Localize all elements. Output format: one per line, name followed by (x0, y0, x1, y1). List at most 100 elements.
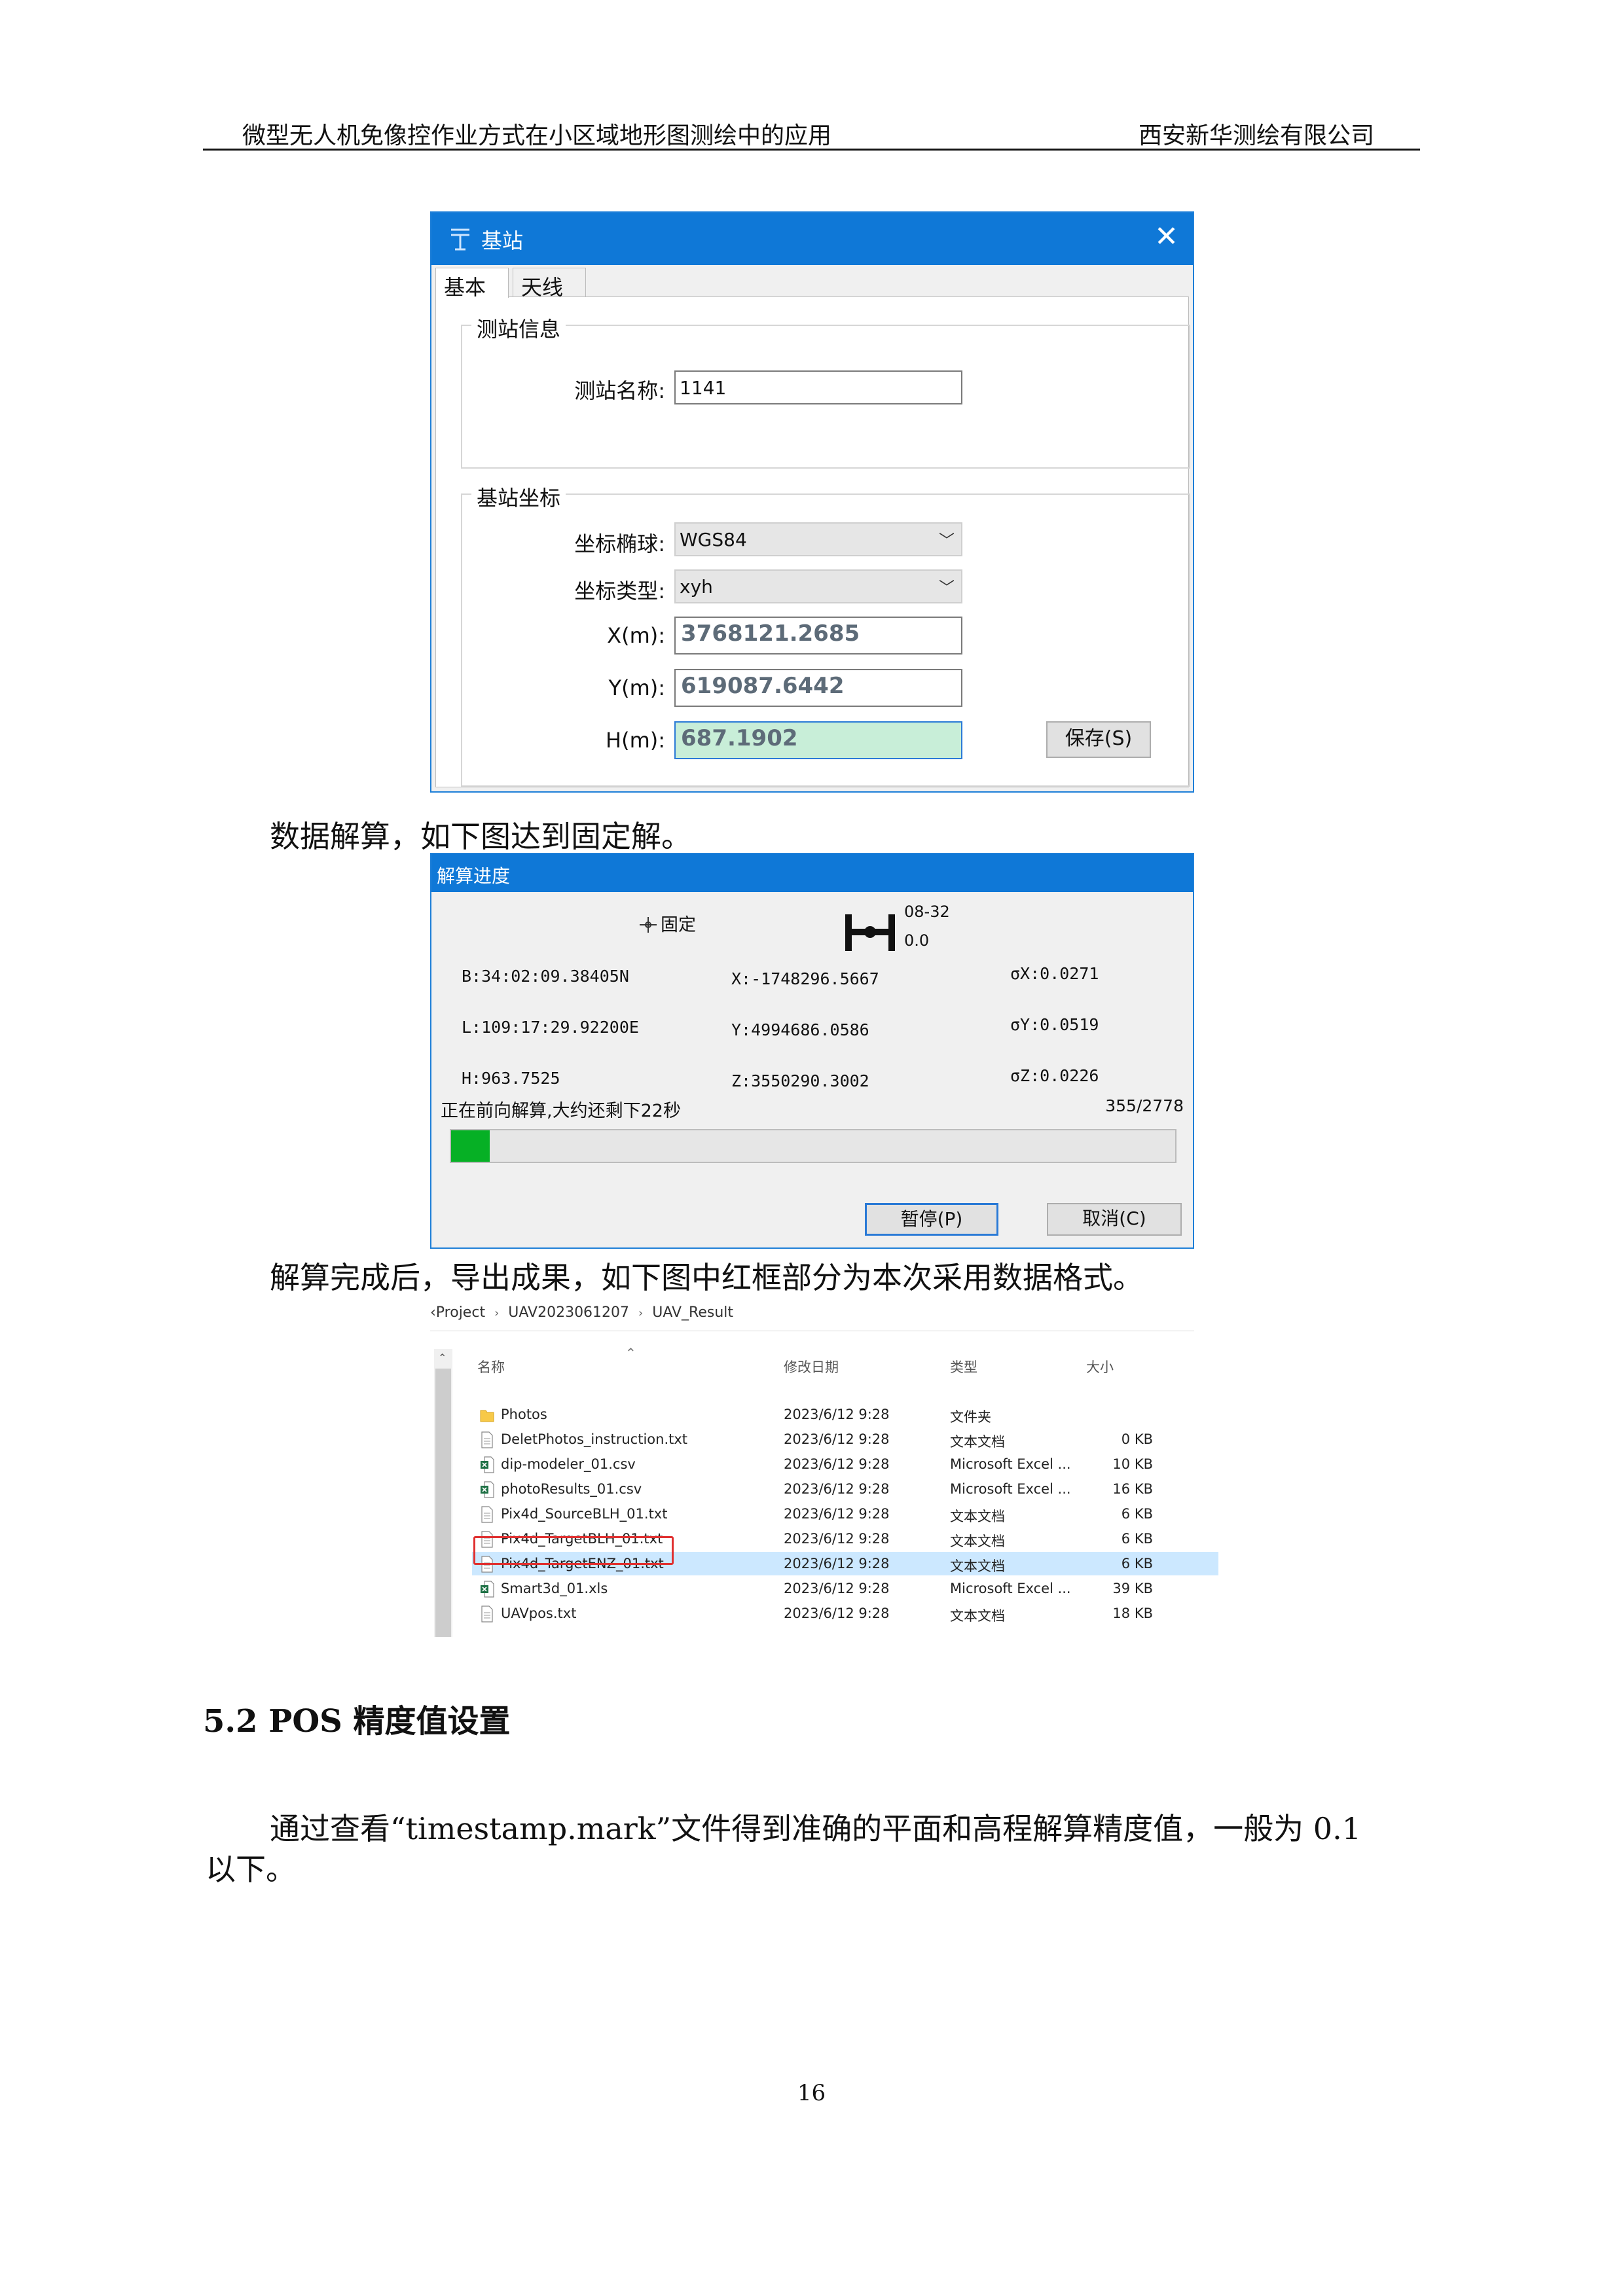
chevron-down-icon: ﹀ (939, 579, 955, 597)
file-row[interactable]: Smart3d_01.xls 2023/6/12 9:28 Microsoft Ex… (472, 1577, 1218, 1600)
file-date: 2023/6/12 9:28 (784, 1556, 890, 1571)
file-explorer: ‹Project › UAV2023061207 › UAV_Result ⌃ ⌃ 名称… (430, 1304, 1218, 1645)
file-name: Photos (501, 1407, 547, 1422)
file-size: 0 KB (1121, 1431, 1153, 1447)
solve-progress-dialog: 解算进度 固定 08-32 0.0 B:34:02:09.38405N L:10… (430, 853, 1194, 1249)
file-type: Microsoft Excel ... (950, 1581, 1071, 1596)
file-type: 文本文档 (950, 1509, 1005, 1524)
file-row[interactable]: UAVpos.txt 2023/6/12 9:28 文本文档 18 KB (472, 1602, 1218, 1625)
coord-type-label: 坐标类型: (574, 579, 665, 603)
file-date: 2023/6/12 9:28 (784, 1481, 890, 1497)
file-row[interactable]: photoResults_01.csv 2023/6/12 9:28 Microso… (472, 1477, 1218, 1501)
time-value: 0.0 (904, 931, 930, 950)
y-input[interactable]: 619087.6442 (674, 669, 962, 707)
paragraph-export: 解算完成后，导出成果，如下图中红框部分为本次采用数据格式。 (270, 1260, 1143, 1295)
column-header-size[interactable]: 大小 (1086, 1357, 1114, 1376)
coord-z: Z:3550290.3002 (731, 1071, 869, 1090)
file-size: 18 KB (1112, 1605, 1153, 1621)
column-header-type[interactable]: 类型 (950, 1357, 977, 1376)
breadcrumb-chevron-icon: › (494, 1306, 500, 1320)
station-info-group: 测站信息 测站名称: 1141 (461, 313, 1190, 469)
tab-antenna[interactable]: 天线 (513, 268, 586, 300)
column-header-name[interactable]: 名称 (477, 1357, 505, 1376)
ellipsoid-value: WGS84 (680, 529, 747, 550)
text-file-icon (480, 1506, 494, 1523)
scrollbar-thumb[interactable] (435, 1369, 451, 1637)
solve-status-text: 正在前向解算,大约还剩下22秒 (441, 1101, 681, 1121)
station-name-input[interactable]: 1141 (674, 370, 962, 404)
base-station-dialog: 基站 ✕ 基本 天线 测站信息 测站名称: 1141 基站坐标 坐标椭球: WG… (430, 211, 1194, 793)
file-date: 2023/6/12 9:28 (784, 1431, 890, 1447)
file-type: 文本文档 (950, 1558, 1005, 1574)
file-date: 2023/6/12 9:28 (784, 1581, 890, 1596)
file-row[interactable]: Photos 2023/6/12 9:28 文件夹 (472, 1403, 1218, 1426)
highlight-box (473, 1536, 674, 1565)
x-input[interactable]: 3768121.2685 (674, 617, 962, 655)
longitude-l: L:109:17:29.92200E (462, 1018, 639, 1037)
time-label: 08-32 (904, 903, 950, 921)
file-row[interactable]: Pix4d_SourceBLH_01.txt 2023/6/12 9:28 文本文档… (472, 1502, 1218, 1526)
sigma-x: σX:0.0271 (1010, 964, 1099, 983)
baseline-icon (845, 914, 895, 951)
ellipsoid-select[interactable]: WGS84 ﹀ (674, 522, 962, 556)
latitude-b: B:34:02:09.38405N (462, 967, 629, 986)
file-type: 文件夹 (950, 1409, 991, 1425)
file-row[interactable]: dip-modeler_01.csv 2023/6/12 9:28 Microsof… (472, 1452, 1218, 1476)
chevron-down-icon: ﹀ (939, 531, 955, 550)
file-type: Microsoft Excel ... (950, 1481, 1071, 1497)
file-size: 6 KB (1121, 1531, 1153, 1547)
text-file-icon (480, 1431, 494, 1448)
sigma-y: σY:0.0519 (1010, 1015, 1099, 1034)
paragraph-accuracy-line2: 以下。 (206, 1852, 296, 1887)
dialog-titlebar: 基站 ✕ (431, 213, 1193, 265)
header-rule (203, 149, 1420, 151)
running-header-title: 微型无人机免像控作业方式在小区域地形图测绘中的应用 (242, 122, 832, 149)
breadcrumb-item[interactable]: ‹Project (430, 1304, 485, 1321)
file-type: 文本文档 (950, 1434, 1005, 1450)
breadcrumb-chevron-icon: › (638, 1306, 644, 1320)
file-type: Microsoft Excel ... (950, 1456, 1071, 1472)
y-label: Y(m): (608, 675, 665, 700)
excel-file-icon (480, 1456, 494, 1473)
folder-icon (480, 1407, 494, 1424)
breadcrumb-item[interactable]: UAV_Result (652, 1304, 733, 1321)
file-name: DeletPhotos_instruction.txt (501, 1431, 688, 1447)
sigma-z: σZ:0.0226 (1010, 1066, 1099, 1085)
scroll-up-icon[interactable]: ⌃ (438, 1352, 447, 1364)
coord-type-select[interactable]: xyh ﹀ (674, 569, 962, 603)
scrollbar[interactable]: ⌃ (434, 1349, 452, 1637)
column-header-date[interactable]: 修改日期 (784, 1357, 839, 1376)
file-type: 文本文档 (950, 1608, 1005, 1624)
file-row[interactable]: DeletPhotos_instruction.txt 2023/6/12 9:2… (472, 1427, 1218, 1451)
section-heading: 5.2 POS 精度值设置 (203, 1703, 511, 1740)
coord-type-value: xyh (680, 576, 713, 598)
running-header-company: 西安新华测绘有限公司 (1138, 122, 1374, 149)
progress-bar (450, 1129, 1176, 1163)
coord-y: Y:4994686.0586 (731, 1020, 869, 1039)
file-name: Pix4d_SourceBLH_01.txt (501, 1506, 668, 1522)
dialog-panel: 测站信息 测站名称: 1141 基站坐标 坐标椭球: WGS84 ﹀ 坐标类型:… (435, 296, 1190, 787)
coord-x: X:-1748296.5667 (731, 969, 879, 988)
base-coordinate-label: 基站坐标 (471, 482, 566, 512)
h-label: H(m): (606, 728, 665, 753)
file-name: dip-modeler_01.csv (501, 1456, 636, 1472)
h-input[interactable]: 687.1902 (674, 721, 962, 759)
file-date: 2023/6/12 9:28 (784, 1456, 890, 1472)
crosshair-icon (640, 917, 657, 933)
breadcrumb-item[interactable]: UAV2023061207 (508, 1304, 629, 1321)
file-name: photoResults_01.csv (501, 1481, 642, 1497)
ellipsoid-label: 坐标椭球: (574, 531, 665, 556)
close-icon[interactable]: ✕ (1154, 221, 1178, 253)
file-date: 2023/6/12 9:28 (784, 1506, 890, 1522)
file-date: 2023/6/12 9:28 (784, 1407, 890, 1422)
antenna-icon (451, 228, 469, 251)
paragraph-accuracy-line1: 通过查看“timestamp.mark”文件得到准确的平面和高程解算精度值，一般… (270, 1811, 1361, 1846)
cancel-button[interactable]: 取消(C) (1047, 1203, 1182, 1236)
save-button[interactable]: 保存(S) (1046, 721, 1151, 758)
pause-button[interactable]: 暂停(P) (865, 1203, 998, 1236)
file-size: 39 KB (1112, 1581, 1153, 1596)
breadcrumb: ‹Project › UAV2023061207 › UAV_Result (430, 1304, 733, 1321)
tab-basic[interactable]: 基本 (435, 268, 509, 300)
dialog-title: 基站 (481, 228, 524, 253)
station-info-label: 测站信息 (471, 313, 566, 343)
